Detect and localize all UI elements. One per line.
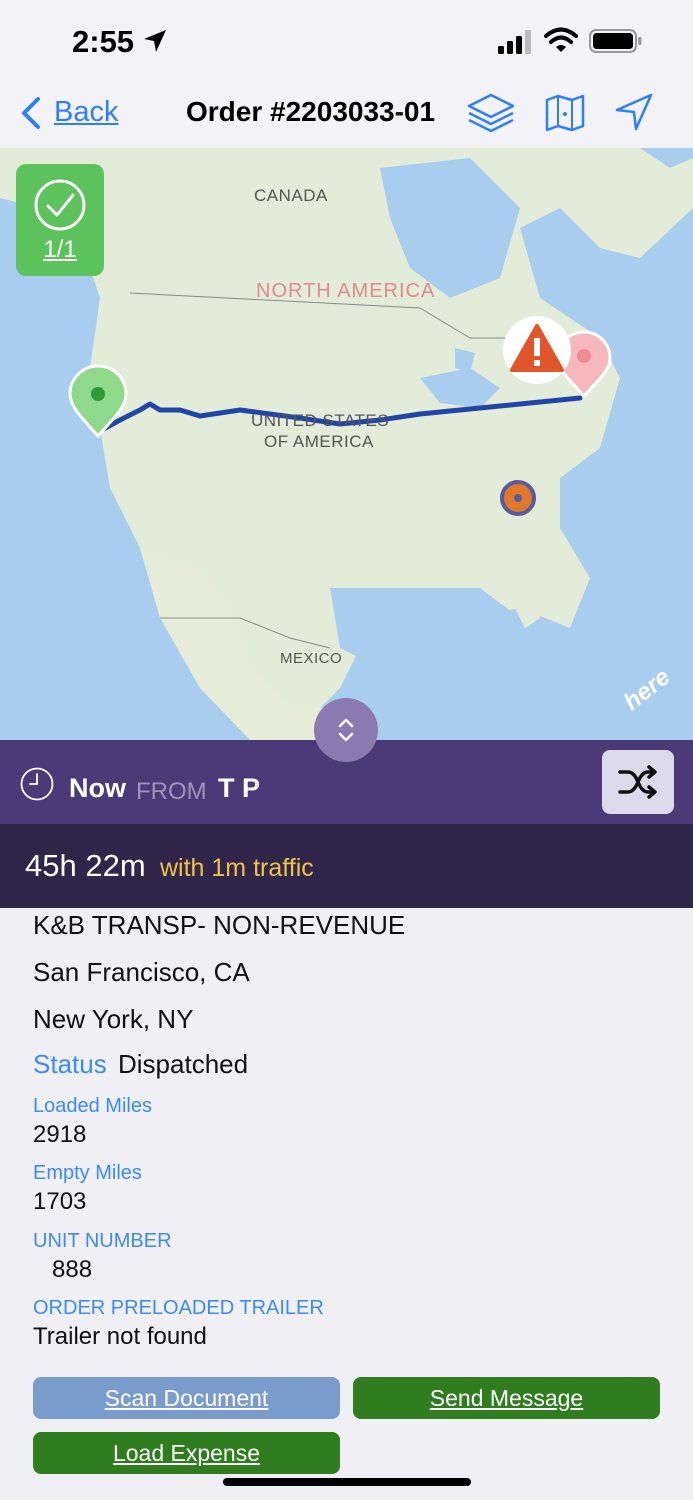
checkmark-circle-icon xyxy=(34,179,86,231)
destination-city: New York, NY xyxy=(33,1004,194,1034)
loaded-miles-value: 2918 xyxy=(33,1121,87,1148)
send-message-button[interactable]: Send Message xyxy=(353,1377,660,1419)
status-bar: 2:55 xyxy=(0,0,693,80)
map-label-mexico: MEXICO xyxy=(280,650,343,667)
page-title: Order #2203033-01 xyxy=(186,96,436,127)
expand-chevrons-icon xyxy=(338,718,354,742)
status-value: Dispatched xyxy=(118,1049,249,1079)
now-label: Now xyxy=(69,773,126,803)
map-label-usa-line1: UNITED STATES xyxy=(251,411,390,430)
location-arrow-icon xyxy=(144,30,166,52)
screen: 2:55 Back Order #2203033-01 CANADA NORTH… xyxy=(0,0,693,1500)
unit-number-value: 888 xyxy=(52,1256,93,1283)
nav-bar: Back Order #2203033-01 xyxy=(0,80,693,148)
map-fold-icon[interactable] xyxy=(545,94,585,132)
current-location-icon xyxy=(500,480,536,516)
warning-icon[interactable] xyxy=(503,316,571,384)
load-expense-button[interactable]: Load Expense xyxy=(33,1432,340,1474)
empty-miles-value: 1703 xyxy=(33,1188,87,1215)
map-label-north-america: NORTH AMERICA xyxy=(256,280,436,302)
empty-miles-label: Empty Miles xyxy=(33,1162,142,1184)
origin-city: San Francisco, CA xyxy=(33,957,250,987)
shuffle-button[interactable] xyxy=(602,750,674,814)
customer-name: K&B TRANSP- NON-REVENUE xyxy=(33,910,406,940)
eta-bar: 45h 22m with 1m traffic xyxy=(0,824,693,908)
drag-handle[interactable] xyxy=(314,698,378,762)
from-label: FROM xyxy=(136,778,207,805)
cellular-signal-icon xyxy=(498,30,531,54)
stop-count: 1/1 xyxy=(43,236,77,263)
loaded-miles-label: Loaded Miles xyxy=(33,1095,152,1117)
status-time: 2:55 xyxy=(72,24,135,59)
wifi-icon xyxy=(544,27,578,52)
eta-traffic: with 1m traffic xyxy=(160,854,314,882)
back-button[interactable]: Back xyxy=(54,96,118,129)
map-label-usa-line2: OF AMERICA xyxy=(264,432,374,451)
unit-number-label: UNIT NUMBER xyxy=(33,1230,172,1252)
home-indicator[interactable] xyxy=(223,1478,471,1486)
stop-check-badge[interactable]: 1/1 xyxy=(16,164,104,276)
battery-icon xyxy=(589,29,642,53)
route-map[interactable]: CANADA NORTH AMERICA UNITED STATES OF AM… xyxy=(0,148,693,740)
layers-icon[interactable] xyxy=(465,92,517,136)
trailer-label: ORDER PRELOADED TRAILER xyxy=(33,1297,324,1319)
shuffle-icon xyxy=(618,765,657,799)
map-label-canada: CANADA xyxy=(254,186,328,205)
clock-icon xyxy=(20,767,54,801)
back-chevron-icon[interactable] xyxy=(20,96,42,130)
from-value: T P xyxy=(218,773,261,803)
navigation-arrow-icon[interactable] xyxy=(614,92,654,132)
eta-time: 45h 22m xyxy=(25,848,146,883)
status-label: Status xyxy=(33,1049,107,1079)
trailer-value: Trailer not found xyxy=(33,1323,207,1350)
scan-document-button[interactable]: Scan Document xyxy=(33,1377,340,1419)
